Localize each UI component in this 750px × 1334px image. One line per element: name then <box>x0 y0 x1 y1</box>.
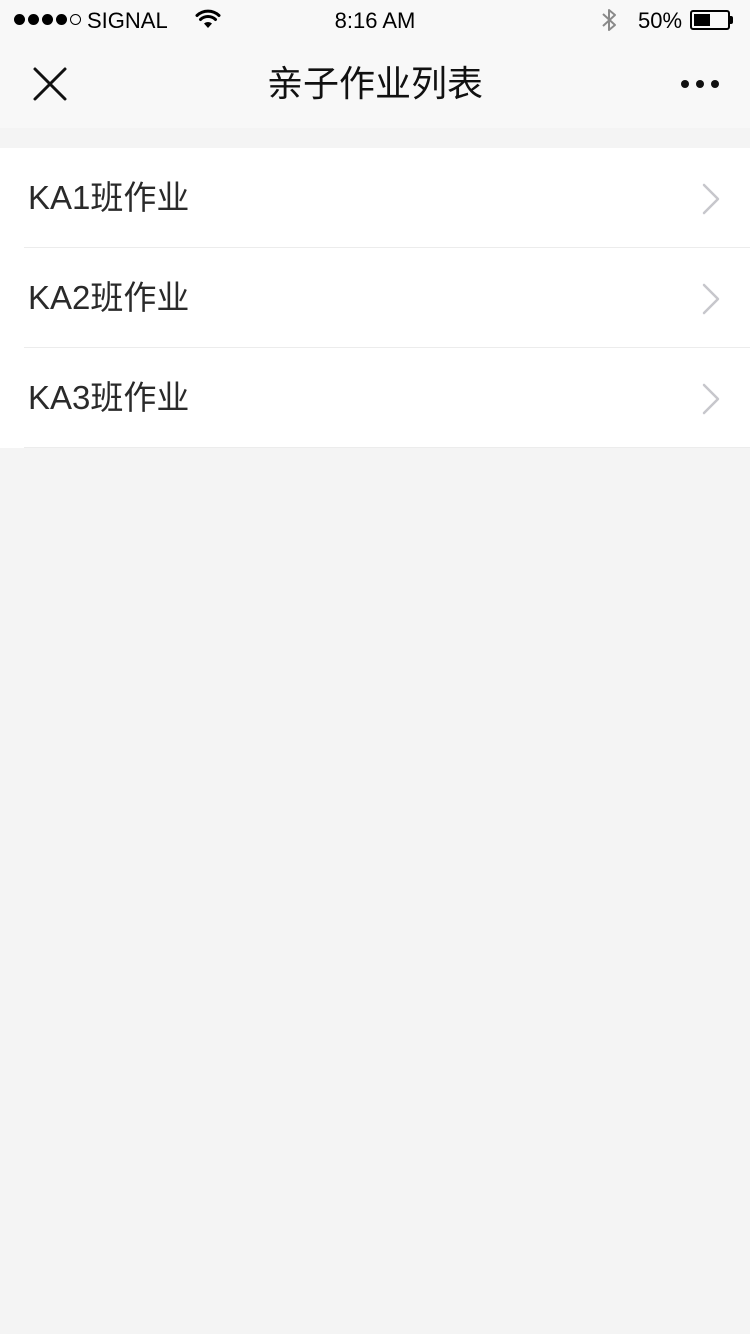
chevron-right-icon <box>702 183 720 215</box>
list-item-ka1[interactable]: KA1班作业 <box>0 148 750 247</box>
battery-level <box>694 14 710 26</box>
list-item-label: KA2班作业 <box>28 279 190 316</box>
list-item-ka2[interactable]: KA2班作业 <box>24 247 750 347</box>
status-bar: SIGNAL 8:16 AM 50% <box>0 0 750 40</box>
bluetooth-icon <box>602 9 616 31</box>
battery-percent: 50% <box>638 8 683 33</box>
list-item-label: KA3班作业 <box>28 379 190 416</box>
list-item-ka3[interactable]: KA3班作业 <box>24 347 750 447</box>
homework-list: KA1班作业 KA2班作业 KA3班作业 <box>0 148 750 448</box>
page-title: 亲子作业列表 <box>266 63 483 104</box>
more-dots-icon <box>681 80 689 88</box>
more-button[interactable] <box>670 56 730 112</box>
battery-icon <box>690 10 734 30</box>
chevron-right-icon <box>702 283 720 315</box>
close-button[interactable] <box>22 56 78 112</box>
chevron-right-icon <box>702 383 720 415</box>
close-icon <box>33 67 67 101</box>
list-item-label: KA1班作业 <box>28 179 190 216</box>
list-divider <box>24 447 750 448</box>
nav-bar: 亲子作业列表 <box>0 40 750 128</box>
